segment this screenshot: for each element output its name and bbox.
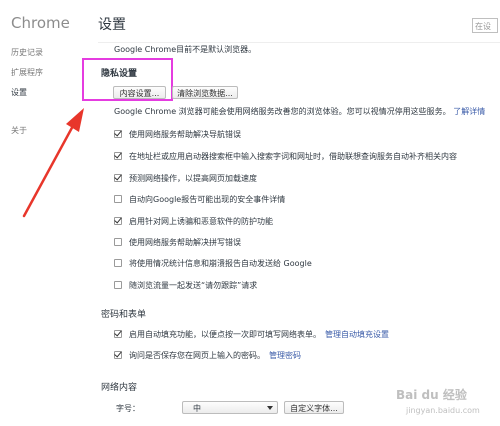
font-size-value: 中 <box>193 404 201 413</box>
default-browser-text: Google Chrome目前不是默认浏览器。 <box>114 45 257 54</box>
privacy-description-text: Google Chrome 浏览器可能会使用网络服务改善您的浏览体验。您可以视情… <box>114 107 451 116</box>
content-settings-button[interactable]: 内容设置... <box>113 86 166 99</box>
autofill-label: 启用自动填充功能，以便点按一次即可填写网络表单。 <box>129 329 321 339</box>
watermark-logo-text: Bai du 经验 <box>396 388 467 402</box>
checkbox-unchecked-icon[interactable] <box>114 195 122 203</box>
passwords-section-title: 密码和表单 <box>101 310 147 320</box>
settings-search-input[interactable]: 在设 <box>472 18 498 33</box>
checkbox-unchecked-icon[interactable] <box>114 259 122 267</box>
checkbox-checked-icon[interactable] <box>114 152 122 160</box>
checkbox-unchecked-icon[interactable] <box>114 281 122 289</box>
learn-more-link[interactable]: 了解详情 <box>453 107 485 116</box>
watermark-url: jingyan.baidu.com <box>406 406 480 415</box>
checkbox-checked-icon[interactable] <box>114 330 122 338</box>
font-size-select[interactable]: 中 <box>182 401 278 414</box>
customize-fonts-button[interactable]: 自定义字体... <box>284 401 344 414</box>
privacy-option-label: 将使用情况统计信息和崩溃报告自动发送给 Google <box>129 258 312 268</box>
privacy-option-label: 随浏览流量一起发送“请勿跟踪”请求 <box>129 280 258 290</box>
checkbox-checked-icon[interactable] <box>114 130 122 138</box>
privacy-option-3[interactable]: 自动向Google报告可能出现的安全事件详情 <box>114 194 285 204</box>
autofill-option[interactable]: 启用自动填充功能，以便点按一次即可填写网络表单。 管理自动填充设置 <box>114 329 389 339</box>
privacy-option-label: 自动向Google报告可能出现的安全事件详情 <box>129 194 286 204</box>
save-password-option[interactable]: 询问是否保存您在网页上输入的密码。 管理密码 <box>114 350 301 360</box>
privacy-option-label: 在地址栏或应用启动器搜索框中输入搜索字词和网址时，借助联想查询服务自动补齐相关内… <box>129 151 457 161</box>
privacy-option-label: 使用网络服务帮助解决拼写错误 <box>129 237 241 247</box>
privacy-option-4[interactable]: 启用针对网上诱骗和恶意软件的防护功能 <box>114 216 273 226</box>
title-divider <box>98 42 500 43</box>
checkbox-unchecked-icon[interactable] <box>114 238 122 246</box>
manage-autofill-link[interactable]: 管理自动填充设置 <box>325 329 389 340</box>
privacy-option-0[interactable]: 使用网络服务帮助解决导航错误 <box>114 129 241 139</box>
checkbox-checked-icon[interactable] <box>114 351 122 359</box>
checkbox-checked-icon[interactable] <box>114 174 122 182</box>
chevron-down-icon <box>267 406 273 410</box>
manage-passwords-link[interactable]: 管理密码 <box>269 350 301 361</box>
privacy-option-2[interactable]: 预测网络操作，以提高网页加载速度 <box>114 173 257 183</box>
checkbox-checked-icon[interactable] <box>114 217 122 225</box>
save-password-label: 询问是否保存您在网页上输入的密码。 <box>129 350 265 360</box>
privacy-option-7[interactable]: 随浏览流量一起发送“请勿跟踪”请求 <box>114 280 257 290</box>
clear-browsing-data-button[interactable]: 清除浏览数据... <box>172 86 238 99</box>
web-content-section-title: 网络内容 <box>101 383 138 393</box>
privacy-option-5[interactable]: 使用网络服务帮助解决拼写错误 <box>114 237 241 247</box>
font-size-label: 字号： <box>116 404 140 413</box>
page-title: 设置 <box>98 17 126 33</box>
baidu-watermark: Bai du 经验 jingyan.baidu.com <box>392 386 492 422</box>
privacy-option-1[interactable]: 在地址栏或应用启动器搜索框中输入搜索字词和网址时，借助联想查询服务自动补齐相关内… <box>114 151 457 161</box>
privacy-option-6[interactable]: 将使用情况统计信息和崩溃报告自动发送给 Google <box>114 258 312 268</box>
privacy-option-label: 预测网络操作，以提高网页加载速度 <box>129 173 257 183</box>
privacy-description: Google Chrome 浏览器可能会使用网络服务改善您的浏览体验。您可以视情… <box>114 106 485 117</box>
privacy-option-label: 启用针对网上诱骗和恶意软件的防护功能 <box>129 216 273 226</box>
privacy-option-label: 使用网络服务帮助解决导航错误 <box>129 129 241 139</box>
